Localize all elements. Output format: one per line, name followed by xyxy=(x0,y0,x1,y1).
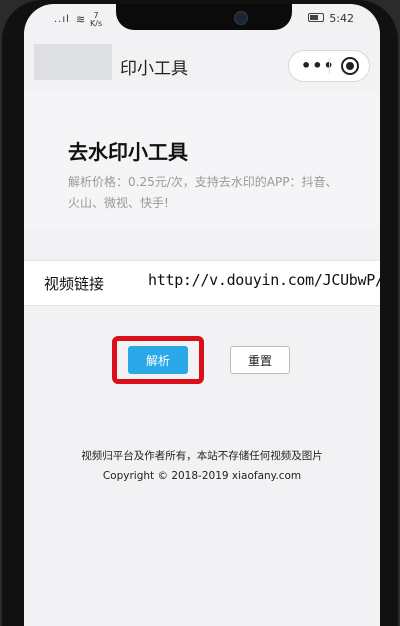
phone-frame: ..ıl ≋ 7 K/s 5:42 印小工具 ••• 去水印小工具 解析价格：0… xyxy=(2,0,398,626)
signal-icon: ..ıl xyxy=(54,14,70,25)
video-link-input[interactable]: http://v.douyin.com/JCUbwP/ xyxy=(148,271,380,289)
mini-program-capsule: ••• xyxy=(288,50,370,82)
net-speed-unit: K/s xyxy=(90,19,103,28)
camera-icon xyxy=(234,11,248,25)
footer-notice: 视频归平台及作者所有，本站不存储任何视频及图片 xyxy=(81,450,323,462)
battery-icon xyxy=(308,13,324,25)
tool-description: 解析价格：0.25元/次，支持去水印的APP：抖音、火山、微视、快手! xyxy=(68,175,338,210)
mini-program-navbar: 印小工具 ••• xyxy=(24,36,380,93)
phone-notch xyxy=(116,4,292,30)
footer-copyright: Copyright © 2018-2019 xiaofany.com xyxy=(102,470,302,482)
video-link-row[interactable]: 视频链接 http://v.douyin.com/JCUbwP/ xyxy=(24,260,380,306)
status-time: 5:42 xyxy=(329,12,354,25)
miniprogram-close-icon[interactable] xyxy=(341,57,359,75)
tool-title: 去水印小工具 xyxy=(68,140,188,164)
reset-button[interactable]: 重置 xyxy=(230,346,290,374)
page-title: 印小工具 xyxy=(120,59,188,79)
wifi-icon: ≋ xyxy=(76,13,86,26)
tool-header: 去水印小工具 解析价格：0.25元/次，支持去水印的APP：抖音、火山、微视、快… xyxy=(24,92,380,228)
capsule-divider xyxy=(329,58,330,74)
parse-button[interactable]: 解析 xyxy=(128,346,188,374)
blurred-title-area xyxy=(34,44,112,80)
phone-screen: ..ıl ≋ 7 K/s 5:42 印小工具 ••• 去水印小工具 解析价格：0… xyxy=(24,4,380,626)
main-content: 去水印小工具 解析价格：0.25元/次，支持去水印的APP：抖音、火山、微视、快… xyxy=(24,92,380,626)
video-link-label: 视频链接 xyxy=(44,275,105,293)
net-speed: 7 K/s xyxy=(90,12,102,28)
